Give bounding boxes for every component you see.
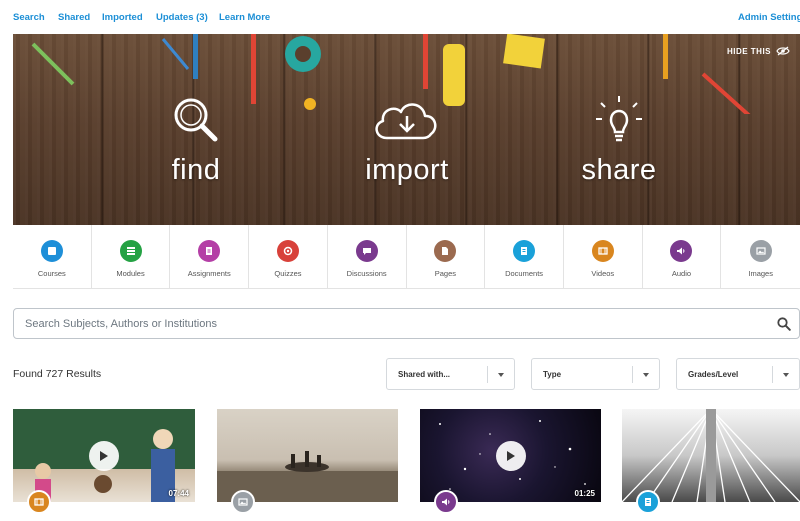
- search-icon[interactable]: [777, 317, 791, 331]
- audio-icon: [670, 240, 693, 262]
- category-label: Pages: [434, 269, 456, 278]
- nav-link-imported[interactable]: Imported: [102, 12, 143, 23]
- course-icon: [40, 240, 63, 262]
- chevron-down-icon: [498, 373, 504, 377]
- hero-find-button[interactable]: find: [126, 94, 266, 187]
- dropdown-label: Shared with...: [398, 370, 451, 379]
- result-card[interactable]: [217, 409, 398, 521]
- chevron-down-icon: [643, 373, 649, 377]
- result-card[interactable]: 07:44: [13, 409, 195, 521]
- category-documents[interactable]: Documents: [485, 225, 564, 289]
- card-thumbnail: 07:44: [13, 409, 195, 502]
- document-icon: [513, 240, 536, 262]
- category-pages[interactable]: Pages: [407, 225, 486, 289]
- category-label: Videos: [591, 269, 615, 278]
- card-thumbnail: [217, 409, 398, 502]
- search-bar: [13, 308, 800, 339]
- category-filter-bar: Courses Modules Assignments Quizzes Disc…: [13, 225, 800, 289]
- bridge-cables-image: [622, 409, 800, 502]
- hero-find-label: find: [171, 154, 221, 186]
- category-images[interactable]: Images: [721, 225, 800, 289]
- chevron-down-icon: [783, 373, 789, 377]
- cloud-download-icon: [375, 103, 437, 140]
- dropdown-divider: [772, 366, 773, 383]
- category-label: Documents: [505, 269, 544, 278]
- modules-icon: [119, 240, 142, 262]
- hero-import-button[interactable]: import: [337, 94, 477, 187]
- video-icon: [591, 240, 614, 262]
- video-duration: 01:25: [574, 489, 595, 498]
- shared-with-dropdown[interactable]: Shared with...: [386, 358, 515, 390]
- category-audio[interactable]: Audio: [643, 225, 722, 289]
- quiz-icon: [276, 240, 299, 262]
- top-nav: Search Shared Imported Updates (3) Learn…: [0, 0, 800, 34]
- video-duration: 07:44: [168, 489, 189, 498]
- category-modules[interactable]: Modules: [92, 225, 171, 289]
- assignment-icon: [198, 240, 221, 262]
- hero-share-button[interactable]: share: [549, 94, 689, 187]
- type-dropdown[interactable]: Type: [531, 358, 660, 390]
- category-discussions[interactable]: Discussions: [328, 225, 407, 289]
- hide-hero-button[interactable]: HIDE THIS: [727, 46, 790, 56]
- lightbulb-icon: [596, 96, 642, 142]
- hero-share-label: share: [581, 154, 657, 186]
- document-icon: [636, 490, 660, 514]
- category-label: Assignments: [187, 269, 231, 278]
- dropdown-label: Grades/Level: [688, 370, 739, 379]
- page-icon: [434, 240, 457, 262]
- category-label: Images: [748, 269, 773, 278]
- audio-icon: [434, 490, 458, 514]
- category-label: Quizzes: [274, 269, 302, 278]
- grades-level-dropdown[interactable]: Grades/Level: [676, 358, 800, 390]
- category-quizzes[interactable]: Quizzes: [249, 225, 328, 289]
- card-thumbnail: [622, 409, 800, 502]
- image-icon: [749, 240, 772, 262]
- hide-hero-label: HIDE THIS: [726, 46, 771, 56]
- image-icon: [231, 490, 255, 514]
- nav-link-learn-more[interactable]: Learn More: [219, 12, 270, 23]
- result-card[interactable]: 01:25: [420, 409, 601, 521]
- category-label: Modules: [116, 269, 145, 278]
- nav-link-updates[interactable]: Updates (3): [156, 12, 208, 23]
- play-icon[interactable]: [89, 440, 119, 471]
- nav-link-shared[interactable]: Shared: [58, 12, 90, 23]
- category-label: Courses: [37, 269, 66, 278]
- discussion-icon: [355, 240, 378, 262]
- category-courses[interactable]: Courses: [13, 225, 92, 289]
- magnifier-icon: [174, 98, 218, 142]
- results-count: Found 727 Results: [13, 368, 102, 380]
- play-icon[interactable]: [495, 440, 526, 471]
- dropdown-divider: [632, 366, 633, 383]
- video-icon: [27, 490, 51, 514]
- result-card[interactable]: [622, 409, 800, 521]
- nav-link-search[interactable]: Search: [13, 12, 45, 23]
- category-label: Discussions: [346, 269, 387, 278]
- search-input[interactable]: [25, 316, 725, 332]
- category-videos[interactable]: Videos: [564, 225, 643, 289]
- card-thumbnail: 01:25: [420, 409, 601, 502]
- dropdown-label: Type: [543, 370, 562, 379]
- category-label: Audio: [671, 269, 692, 278]
- horse-riders-image: [217, 451, 398, 502]
- category-assignments[interactable]: Assignments: [170, 225, 250, 289]
- nav-link-admin-settings[interactable]: Admin Setting: [738, 12, 800, 23]
- hero-banner: HIDE THIS find import share: [13, 34, 800, 225]
- eye-slash-icon: [776, 46, 790, 56]
- dropdown-divider: [487, 366, 488, 383]
- hero-import-label: import: [365, 154, 449, 186]
